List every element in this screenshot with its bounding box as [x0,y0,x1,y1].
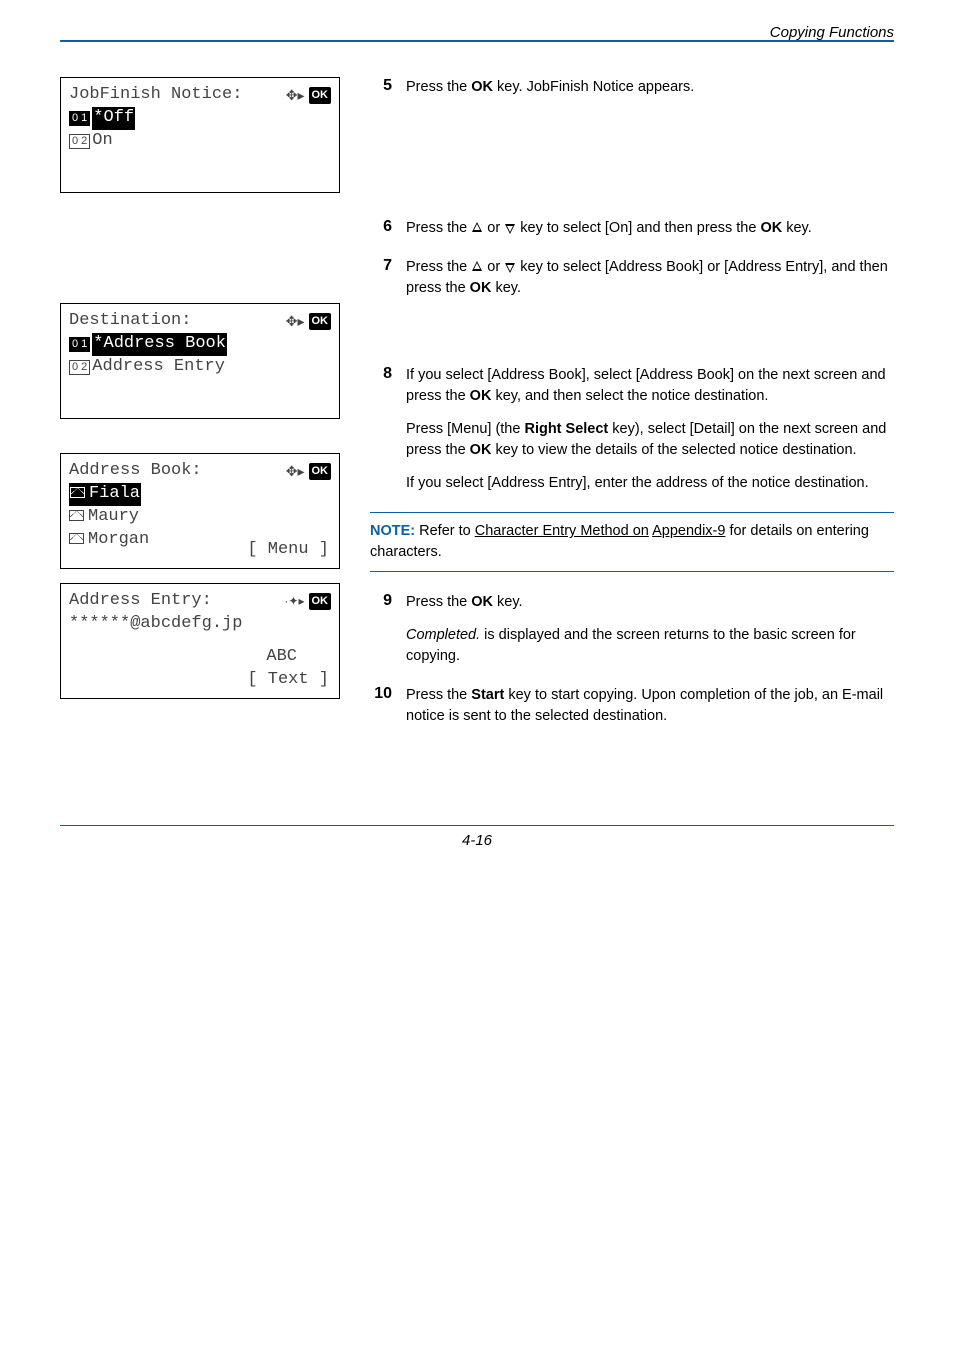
note-box: NOTE: Refer to Character Entry Method on… [370,512,894,572]
selected-option: *Off [92,107,135,130]
lcd-address-entry: Address Entry: ·✦▸ OK ******@abcdefg.jp … [60,583,340,699]
row-number: 0 1 [69,111,90,126]
note-link[interactable]: Character Entry Method on [475,523,649,539]
lcd-jobfinish-notice: JobFinish Notice: ✥▸ OK 0 1*Off 0 2On [60,77,340,193]
step-number: 5 [370,77,392,98]
nav-arrows-icon: ✥▸ [286,462,305,481]
lcd-title: Address Book: [69,460,202,483]
note-label: NOTE: [370,523,415,539]
step-text: Press the OK key. JobFinish Notice appea… [406,77,894,98]
ok-badge-icon: OK [309,313,332,330]
step-number: 7 [370,257,392,299]
ok-badge-icon: OK [309,87,332,104]
step-text: Press the or key to select [Address Book… [406,257,894,299]
nav-ok-indicator: ✥▸ OK [286,462,331,481]
spacer [60,433,340,439]
nav-ok-indicator: ·✦▸ OK [284,593,331,610]
step-10: 10 Press the Start key to start copying.… [370,685,894,727]
spacer [370,116,894,218]
step-text: If you select [Address Book], select [Ad… [406,365,894,494]
row-number: 0 2 [69,360,90,375]
up-arrow-icon [472,261,482,271]
lcd-destination: Destination: ✥▸ OK 0 1*Address Book 0 2A… [60,303,340,419]
step-number: 6 [370,218,392,239]
nav-ok-indicator: ✥▸ OK [286,86,331,105]
softkey-label: [ Text ] [71,669,329,692]
option-text: On [92,131,112,150]
step-number: 9 [370,592,392,667]
down-arrow-icon [505,224,515,234]
softkey-row: ABC [ Text ] [71,646,329,692]
nav-arrows-icon: ✥▸ [286,86,305,105]
right-column: 5 Press the OK key. JobFinish Notice app… [370,77,894,745]
step-text: Press the Start key to start copying. Up… [406,685,894,727]
content-columns: JobFinish Notice: ✥▸ OK 0 1*Off 0 2On De [60,77,894,745]
ok-badge-icon: OK [309,463,332,480]
nav-ok-indicator: ✥▸ OK [286,312,331,331]
ok-badge-icon: OK [309,593,332,610]
contact-text: Maury [88,507,139,526]
entry-value: ******@abcdefg.jp [69,613,331,636]
step-9: 9 Press the OK key. Completed. is displa… [370,592,894,667]
down-arrow-icon [505,263,515,273]
step-number: 10 [370,685,392,727]
cursor-arrows-icon: ·✦▸ [284,593,304,609]
selected-contact: Fiala [69,483,141,506]
lcd-title: Destination: [69,310,191,333]
section-header: Copying Functions [60,24,894,41]
step-5: 5 Press the OK key. JobFinish Notice app… [370,77,894,98]
step-7: 7 Press the or key to select [Address Bo… [370,257,894,299]
note-link[interactable]: Appendix-9 [652,523,725,539]
option-text: Address Entry [92,357,225,376]
row-number: 0 2 [69,134,90,149]
step-text: Press the OK key. Completed. is displaye… [406,592,894,667]
lcd-title: JobFinish Notice: [69,84,242,107]
spacer [370,317,894,365]
mail-icon [69,510,84,521]
lcd-title: Address Entry: [69,590,212,613]
left-column: JobFinish Notice: ✥▸ OK 0 1*Off 0 2On De [60,77,340,745]
selected-option: *Address Book [92,333,227,356]
softkey-label: [ Menu ] [71,539,329,562]
note-text: Refer to [415,523,475,539]
row-number: 0 1 [69,337,90,352]
step-6: 6 Press the or key to select [On] and th… [370,218,894,239]
mail-icon [70,487,85,498]
step-8: 8 If you select [Address Book], select [… [370,365,894,494]
step-text: Press the or key to select [On] and then… [406,218,894,239]
up-arrow-icon [472,222,482,232]
page: Copying Functions JobFinish Notice: ✥▸ O… [0,0,954,879]
lcd-address-book: Address Book: ✥▸ OK Fiala Maury Morgan [… [60,453,340,569]
page-number: 4-16 [60,825,894,849]
nav-arrows-icon: ✥▸ [286,312,305,331]
step-number: 8 [370,365,392,494]
input-mode: ABC [71,646,329,669]
spacer [60,207,340,289]
